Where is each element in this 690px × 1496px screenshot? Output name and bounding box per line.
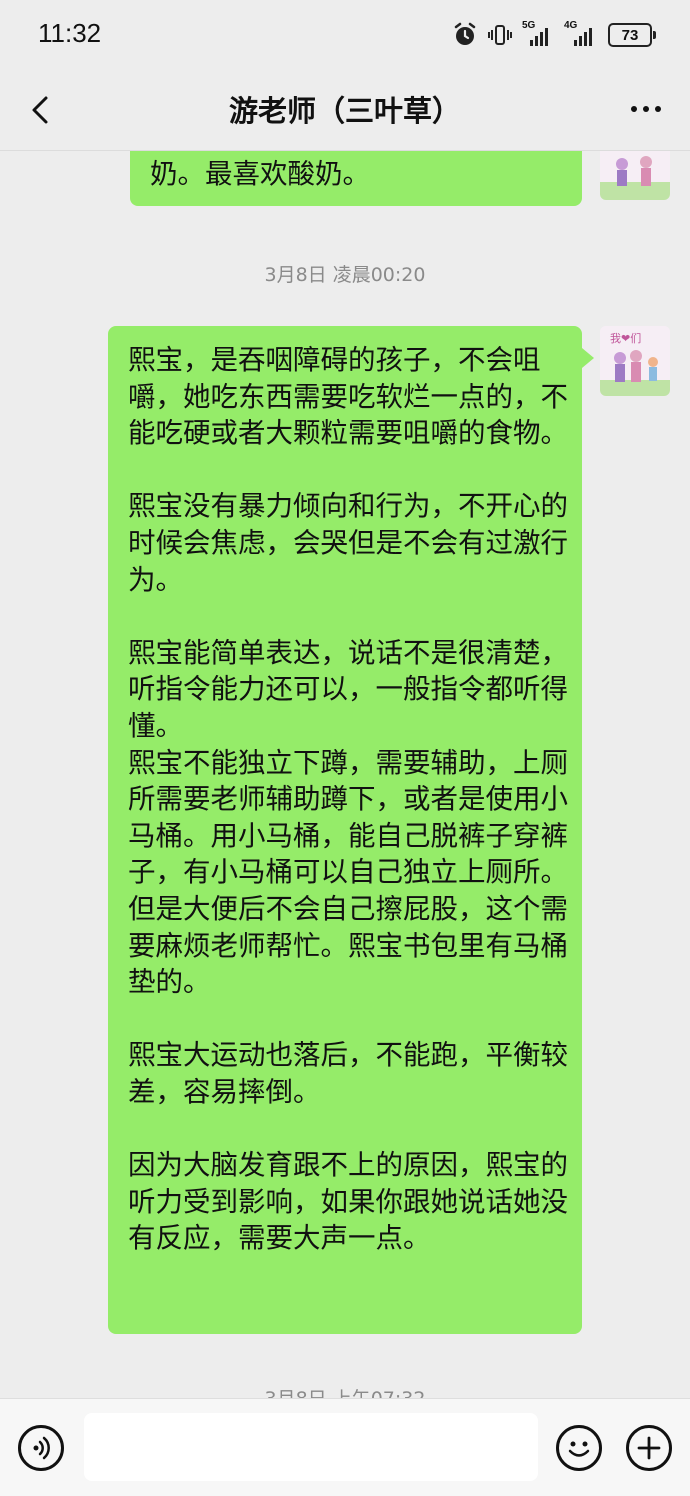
chat-area[interactable]: 奶。最喜欢酸奶。 3月8日 凌晨00:20 熙宝，是吞咽障碍的孩子，不会咀嚼，她… [0, 150, 690, 1398]
voice-button[interactable] [18, 1425, 64, 1471]
timestamp: 3月8日 上午07:32 [0, 1384, 690, 1398]
chat-title: 游老师（三叶草） [228, 94, 461, 128]
avatar-image [600, 150, 670, 200]
message-bubble[interactable]: 奶。最喜欢酸奶。 [130, 150, 582, 206]
plus-icon [637, 1436, 661, 1460]
input-bar [0, 1398, 690, 1496]
status-icons: 5G 4G 73 [452, 20, 656, 50]
avatar-caption: 我❤们 [610, 331, 641, 345]
avatar-image: 我❤们 [600, 326, 670, 396]
voice-icon [33, 1436, 50, 1460]
timestamp: 3月8日 凌晨00:20 [264, 264, 426, 286]
message-text: 熙宝，是吞咽障碍的孩子，不会咀嚼，她吃东西需要吃软烂一点的，不能吃硬或者大颗粒需… [128, 344, 568, 1255]
avatar[interactable]: 我❤们 [600, 326, 670, 396]
network-label-1: 5G [522, 20, 536, 31]
alarm-icon [454, 22, 476, 45]
vibrate-icon [488, 25, 512, 45]
signal-5g-icon: 5G [522, 20, 554, 46]
emoji-icon [568, 1441, 590, 1457]
avatar[interactable] [600, 150, 670, 200]
battery-level: 73 [621, 26, 639, 44]
more-icon[interactable] [626, 94, 666, 124]
signal-4g-icon: 4G [564, 20, 598, 46]
nav-bar: 游老师（三叶草） [0, 70, 690, 151]
emoji-button[interactable] [556, 1425, 602, 1471]
message-text: 奶。最喜欢酸奶。 [150, 158, 370, 190]
message-bubble[interactable]: 熙宝，是吞咽障碍的孩子，不会咀嚼，她吃东西需要吃软烂一点的，不能吃硬或者大颗粒需… [108, 326, 594, 1334]
more-functions-button[interactable] [626, 1425, 672, 1471]
status-time: 11:32 [38, 18, 102, 48]
message-input[interactable] [84, 1413, 538, 1481]
status-bar: 11:32 5G 4G 73 [0, 0, 690, 70]
battery-icon: 73 [608, 23, 656, 47]
network-label-2: 4G [564, 20, 578, 31]
